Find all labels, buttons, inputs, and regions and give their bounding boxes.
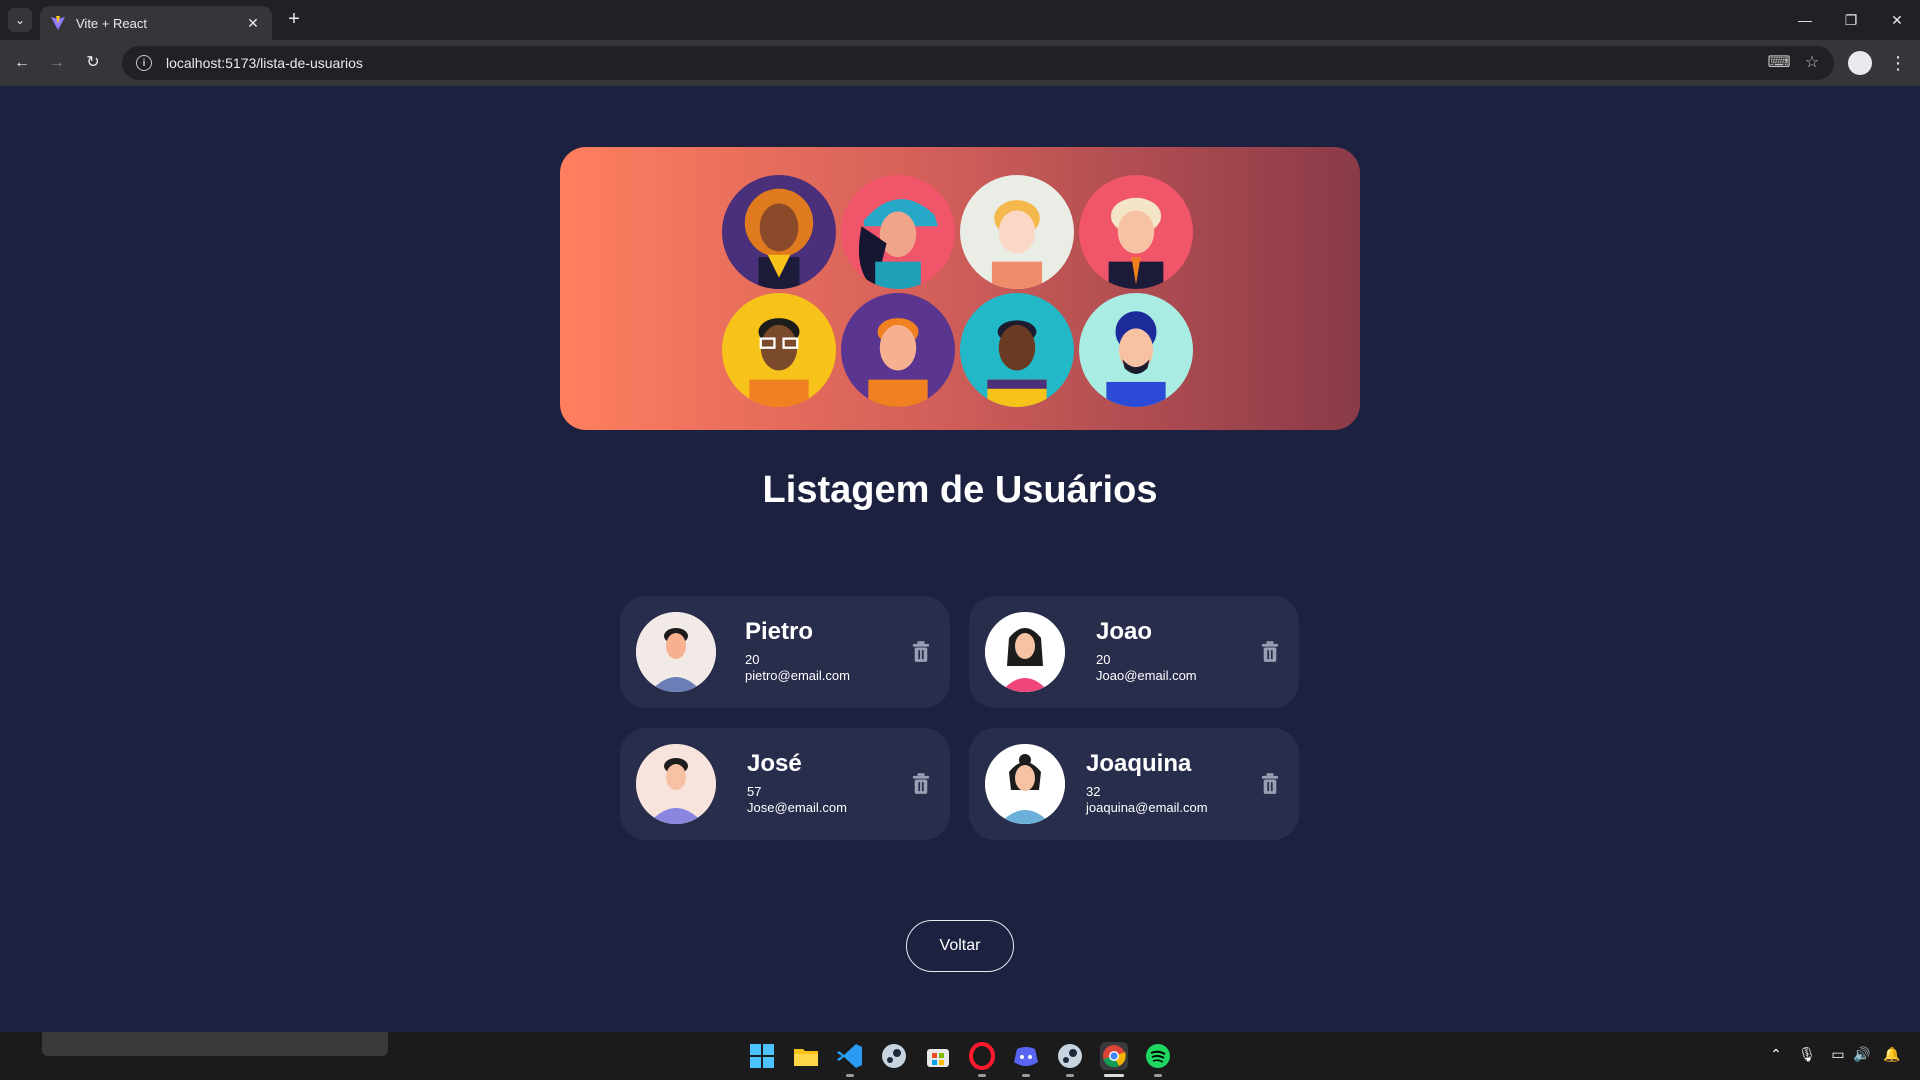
steam-icon-2[interactable] xyxy=(1056,1042,1084,1070)
user-avatar xyxy=(636,612,716,692)
tab-title: Vite + React xyxy=(76,15,147,31)
file-explorer-icon[interactable] xyxy=(792,1042,820,1070)
forward-icon[interactable]: → xyxy=(45,51,69,75)
taskbar-indicator xyxy=(1066,1074,1074,1077)
chrome-icon[interactable] xyxy=(1100,1042,1128,1070)
browser-tab-bar: ⌄ Vite + React ✕ + — ❐ ✕ xyxy=(0,0,1920,40)
user-age: 32 xyxy=(1086,784,1101,799)
microphone-icon[interactable]: 🎙 xyxy=(1797,1046,1817,1066)
site-info-icon[interactable]: i xyxy=(136,55,152,71)
minimize-button[interactable]: — xyxy=(1782,8,1828,32)
back-icon[interactable]: ← xyxy=(10,51,34,75)
user-name: Joao xyxy=(1096,618,1153,645)
vscode-icon[interactable] xyxy=(836,1042,864,1070)
browser-toolbar: ← → ↻ i localhost:5173/lista-de-usuarios… xyxy=(0,40,1920,86)
spotify-icon[interactable] xyxy=(1144,1042,1172,1070)
reload-icon[interactable]: ↻ xyxy=(81,51,105,75)
microsoft-store-icon[interactable] xyxy=(924,1042,952,1070)
taskbar-indicator xyxy=(1104,1074,1124,1077)
users-banner xyxy=(560,147,1360,430)
trash-icon[interactable] xyxy=(906,637,936,667)
page-title: Listagem de Usuários xyxy=(762,469,1158,511)
user-avatar xyxy=(636,744,716,824)
opera-icon[interactable] xyxy=(968,1042,996,1070)
banner-avatar-2 xyxy=(841,175,955,289)
trash-icon[interactable] xyxy=(1255,637,1285,667)
notification-bell-icon[interactable]: 🔔 xyxy=(1882,1046,1902,1066)
bookmark-star-icon[interactable]: ☆ xyxy=(1799,50,1825,76)
taskbar-indicator xyxy=(846,1074,854,1077)
user-name: Pietro xyxy=(745,618,814,645)
address-bar[interactable]: i localhost:5173/lista-de-usuarios xyxy=(122,46,1834,80)
banner-avatar-8 xyxy=(1079,293,1193,407)
banner-avatar-5 xyxy=(722,293,836,407)
steam-icon[interactable] xyxy=(880,1042,908,1070)
volume-icon[interactable]: 🔊 xyxy=(1852,1046,1872,1066)
user-card: Pietro 20 pietro@email.com xyxy=(620,596,950,708)
banner-avatar-6 xyxy=(841,293,955,407)
url-text[interactable]: localhost:5173/lista-de-usuarios xyxy=(166,55,363,71)
taskbar: ⌃ 🎙 ▭ 🔊 🔔 xyxy=(0,1032,1920,1080)
trash-icon[interactable] xyxy=(1255,769,1285,799)
user-card: Joao 20 Joao@email.com xyxy=(969,596,1299,708)
new-tab-button[interactable]: + xyxy=(282,8,306,32)
taskbar-indicator xyxy=(1022,1074,1030,1077)
user-age: 20 xyxy=(1096,652,1111,667)
banner-avatar-3 xyxy=(960,175,1074,289)
tab-list-icon[interactable]: ⌄ xyxy=(8,8,32,32)
user-email: Joao@email.com xyxy=(1096,668,1197,683)
user-card: José 57 Jose@email.com xyxy=(620,728,950,840)
translate-icon[interactable]: ⌨ xyxy=(1766,50,1792,76)
profile-icon[interactable] xyxy=(1848,51,1872,75)
banner-avatar-4 xyxy=(1079,175,1193,289)
back-button[interactable]: Voltar xyxy=(906,920,1014,972)
menu-icon[interactable]: ⋮ xyxy=(1886,51,1910,75)
user-email: joaquina@email.com xyxy=(1086,800,1208,815)
taskbar-indicator xyxy=(978,1074,986,1077)
taskbar-indicator xyxy=(1154,1074,1162,1077)
taskbar-preview xyxy=(42,1032,388,1056)
close-window-button[interactable]: ✕ xyxy=(1874,8,1920,32)
network-icon[interactable]: ▭ xyxy=(1828,1046,1848,1066)
page-content: Listagem de Usuários Pietro 20 pietro@em… xyxy=(0,86,1920,1032)
user-name: Joaquina xyxy=(1086,750,1192,777)
user-avatar xyxy=(985,744,1065,824)
restore-button[interactable]: ❐ xyxy=(1828,8,1874,32)
user-age: 20 xyxy=(745,652,760,667)
vite-favicon-icon xyxy=(51,16,65,30)
user-email: Jose@email.com xyxy=(747,800,847,815)
trash-icon[interactable] xyxy=(906,769,936,799)
user-avatar xyxy=(985,612,1065,692)
user-name: José xyxy=(747,750,802,777)
banner-avatar-7 xyxy=(960,293,1074,407)
chevron-up-icon[interactable]: ⌃ xyxy=(1766,1046,1786,1066)
windows-start-icon[interactable] xyxy=(748,1042,776,1070)
user-age: 57 xyxy=(747,784,762,799)
discord-icon[interactable] xyxy=(1012,1042,1040,1070)
user-card: Joaquina 32 joaquina@email.com xyxy=(969,728,1299,840)
tab-close-icon[interactable]: ✕ xyxy=(244,15,262,32)
browser-tab[interactable]: Vite + React ✕ xyxy=(40,6,272,40)
banner-avatar-1 xyxy=(722,175,836,289)
user-email: pietro@email.com xyxy=(745,668,850,683)
